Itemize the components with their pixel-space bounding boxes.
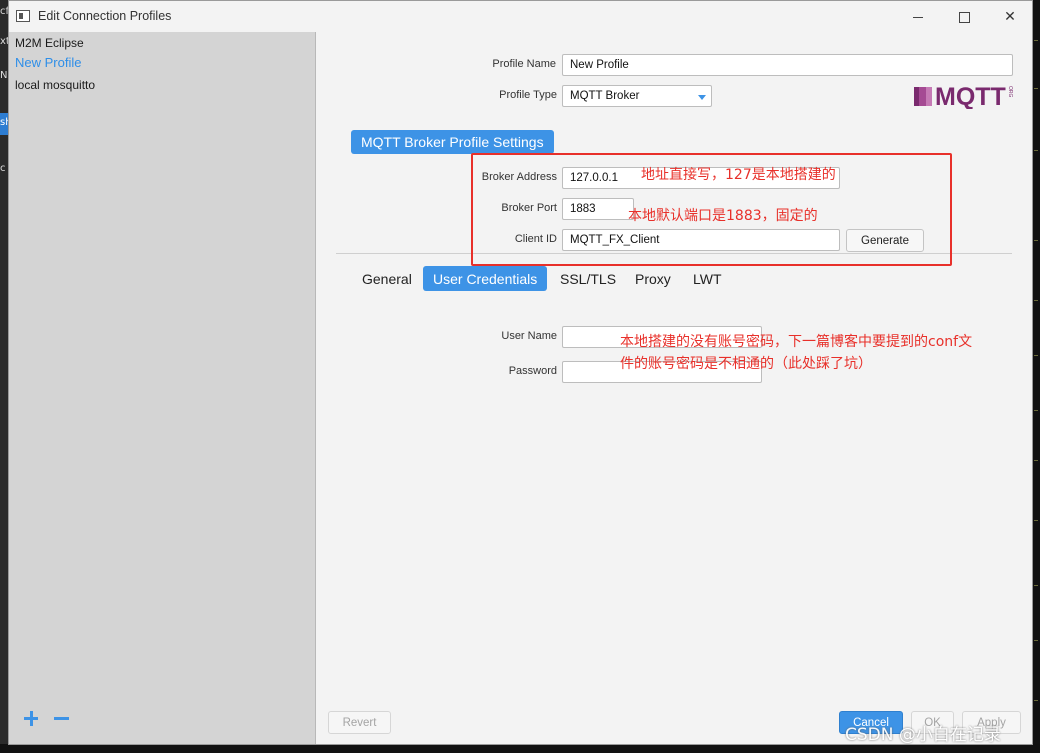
background-window-right (1033, 0, 1040, 753)
profile-name-label: Profile Name (492, 58, 556, 70)
minimize-button[interactable] (895, 5, 941, 29)
background-window-left: cfi xt Ne sh c (0, 0, 8, 753)
annotation-address-note: 地址直接写，127是本地搭建的 (641, 167, 836, 183)
annotation-credentials-note-line1: 本地搭建的没有账号密码，下一篇博客中要提到的conf文 (620, 334, 973, 350)
annotation-port-note: 本地默认端口是1883，固定的 (628, 208, 818, 224)
tab-user-credentials[interactable]: User Credentials (423, 266, 548, 291)
add-profile-icon[interactable] (21, 709, 41, 729)
tab-proxy[interactable]: Proxy (635, 266, 671, 291)
edit-connection-profiles-dialog: Edit Connection Profiles ✕ M2M Eclipse N… (8, 0, 1033, 745)
chevron-down-icon (698, 95, 706, 100)
close-icon: ✕ (1004, 9, 1016, 25)
profile-type-value: MQTT Broker (570, 90, 640, 102)
title-bar: Edit Connection Profiles ✕ (9, 1, 1032, 32)
remove-profile-icon[interactable] (52, 709, 72, 729)
profile-type-select[interactable]: MQTT Broker (562, 85, 712, 107)
password-label: Password (508, 365, 557, 377)
tab-ssl-tls[interactable]: SSL/TLS (560, 266, 616, 291)
revert-button[interactable]: Revert (328, 711, 391, 734)
user-name-label: User Name (501, 330, 557, 342)
mqtt-logo-subtext: ORG (1007, 86, 1013, 98)
window-title: Edit Connection Profiles (38, 9, 172, 23)
profile-item-m2m-eclipse[interactable]: M2M Eclipse (15, 36, 84, 50)
background-text: sh (0, 117, 8, 128)
annotation-credentials-note-line2: 件的账号密码是不相通的（此处踩了坑） (620, 356, 872, 372)
profile-item-new-profile[interactable]: New Profile (15, 55, 81, 70)
background-text: Ne (0, 70, 8, 81)
maximize-button[interactable] (941, 5, 987, 29)
profile-item-local-mosquitto[interactable]: local mosquitto (15, 78, 95, 92)
profile-type-label: Profile Type (499, 89, 557, 101)
close-button[interactable]: ✕ (987, 5, 1032, 29)
tab-lwt[interactable]: LWT (693, 266, 722, 291)
profile-name-input[interactable]: New Profile (562, 54, 1013, 76)
broker-settings-header: MQTT Broker Profile Settings (351, 130, 554, 154)
background-text: c (0, 163, 6, 174)
csdn-watermark: CSDN @小白在记录 (845, 725, 1001, 745)
background-text: cfi (0, 6, 8, 17)
profile-list-sidebar: M2M Eclipse New Profile local mosquitto (9, 32, 316, 744)
app-window-icon (16, 10, 30, 22)
background-text: xt (0, 36, 8, 47)
mqtt-logo-text: MQTT (935, 83, 1006, 109)
taskbar-strip (0, 744, 1040, 753)
mqtt-logo: MQTT ORG (914, 83, 1013, 109)
tab-general[interactable]: General (362, 266, 412, 291)
